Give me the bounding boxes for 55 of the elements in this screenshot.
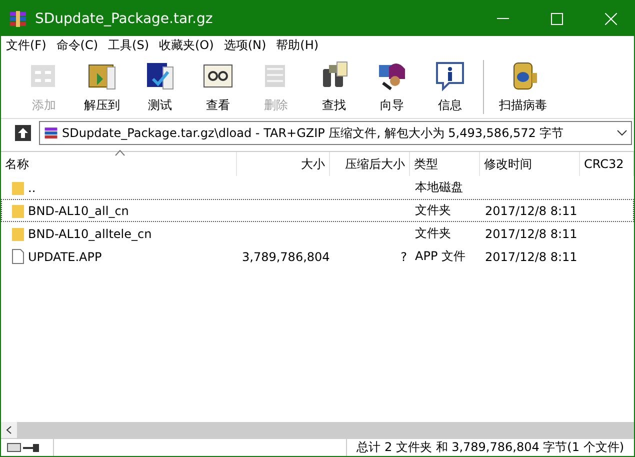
column-header[interactable]: 压缩后大小 (330, 152, 410, 176)
folder-icon (12, 226, 24, 240)
close-icon (605, 12, 617, 24)
toolbar-button[interactable]: 查看 (189, 58, 247, 118)
window-title: SDupdate_Package.tar.gz (35, 10, 214, 26)
table-cell: 3,789,786,804 (242, 250, 330, 264)
table-cell: 2017/12/8 8:11 (485, 226, 578, 240)
minimize-icon (497, 18, 509, 20)
menu-item[interactable]: 收藏夹(O) (154, 36, 219, 54)
column-header[interactable]: 修改时间 (480, 152, 580, 176)
toolbar-button[interactable]: 查找 (305, 58, 363, 118)
table-cell: 文件夹 (415, 203, 451, 217)
menu-item[interactable]: 工具(S) (103, 36, 154, 54)
file-name: BND-AL10_alltele_cn (28, 226, 152, 240)
file-row[interactable]: BND-AL10_alltele_cn 文件夹 2017/12/8 8:11 (1, 222, 634, 245)
column-header[interactable]: 名称 (1, 152, 237, 176)
file-name: UPDATE.APP (28, 250, 102, 264)
info-icon (433, 59, 467, 93)
menu-item[interactable]: 帮助(H) (271, 36, 324, 54)
document-icon (12, 249, 24, 264)
up-arrow-icon (15, 125, 31, 141)
column-header[interactable]: 大小 (237, 152, 330, 176)
archive-stack-icon (44, 126, 58, 140)
menu-item[interactable]: 文件(F) (1, 36, 52, 54)
file-row[interactable]: UPDATE.APP 3,789,786,804 ? APP 文件 2017/12/8 8:11 (1, 245, 634, 268)
sort-caret-icon (115, 150, 125, 156)
up-folder-button[interactable] (13, 123, 33, 143)
column-header[interactable]: 类型 (410, 152, 480, 176)
file-name: BND-AL10_all_cn (28, 204, 129, 218)
scroll-left-button[interactable] (1, 422, 17, 438)
table-cell: 2017/12/8 8:11 (485, 250, 578, 264)
folder-icon (12, 204, 24, 218)
table-cell: 文件夹 (415, 226, 451, 240)
drive-icon (7, 443, 21, 452)
toolbar-button[interactable]: 测试 (131, 58, 189, 118)
toolbar-button[interactable]: 信息 (421, 58, 479, 118)
menu-item[interactable]: 命令(C) (51, 36, 104, 54)
archive-stack-icon (9, 10, 27, 28)
table-cell: 本地磁盘 (415, 180, 463, 194)
toolbar-button[interactable]: 扫描病毒 (488, 58, 558, 118)
maximize-icon (551, 12, 563, 24)
status-summary: 总计 2 文件夹 和 3,789,786,804 字节(1 个文件) (346, 439, 634, 456)
column-header[interactable]: CRC32 (580, 152, 634, 176)
file-row[interactable]: .. 本地磁盘 (1, 176, 634, 199)
menu-item[interactable]: 选项(N) (218, 36, 272, 54)
table-cell: ? (400, 250, 407, 264)
toolbar-button[interactable]: 解压到 (73, 58, 131, 118)
file-row[interactable]: BND-AL10_all_cn 文件夹 2017/12/8 8:11 (1, 199, 634, 222)
file-name: .. (28, 180, 36, 194)
toolbar-button[interactable]: 向导 (363, 58, 421, 118)
key-icon (23, 444, 39, 452)
table-cell: APP 文件 (415, 249, 466, 263)
address-field[interactable]: SDupdate_Package.tar.gz\dload - TAR+GZIP 压缩文件, 解包大小为 5,493,586,572 字节 (39, 121, 632, 145)
table-cell: 2017/12/8 8:11 (485, 204, 578, 218)
folder-icon (12, 180, 24, 194)
